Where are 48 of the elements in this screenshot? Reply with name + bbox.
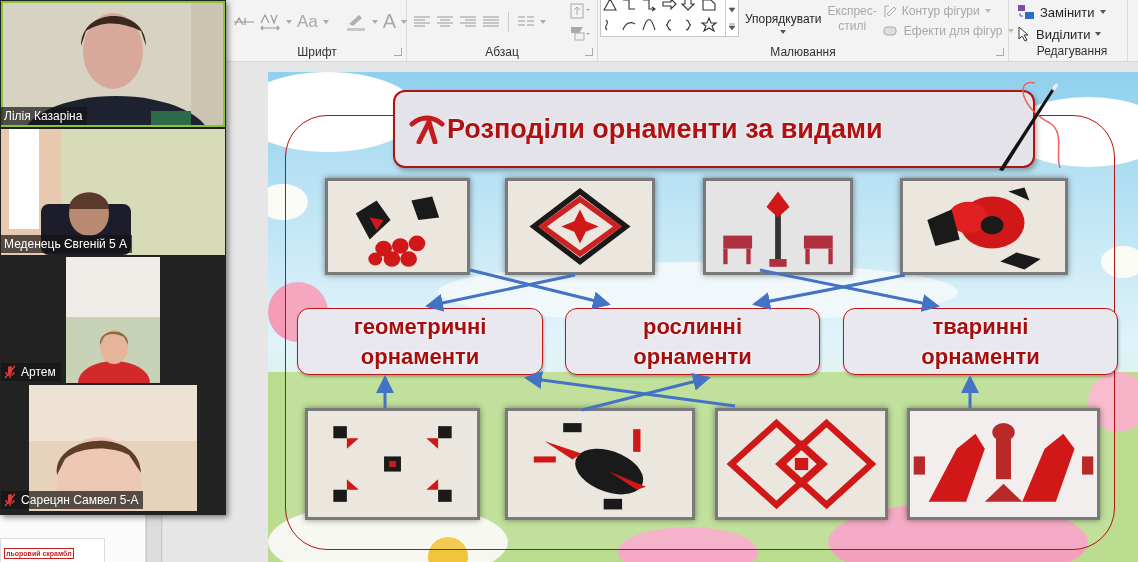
category-label: рослинні орнаменти: [632, 312, 753, 371]
caret-icon: [984, 9, 991, 13]
align-icon[interactable]: [482, 15, 500, 28]
replace-icon: [1017, 4, 1035, 20]
group-label: Малювання: [770, 45, 836, 59]
scrollbar[interactable]: [146, 515, 162, 562]
category-label: тваринні орнаменти: [920, 312, 1041, 371]
slide-title: Розподіли орнаменти за видами: [447, 113, 883, 145]
pencil-icon: [882, 4, 897, 18]
shape-effects-icon: [882, 25, 899, 37]
highlighter-icon[interactable]: [344, 12, 367, 31]
category-label: геометричні орнаменти: [352, 312, 488, 371]
caret-icon: [540, 19, 546, 24]
align-icon[interactable]: [459, 15, 477, 28]
text-direction-icon[interactable]: [569, 2, 591, 19]
align-icon[interactable]: [436, 15, 454, 28]
caret-icon: [1099, 10, 1106, 14]
flower: [1088, 372, 1138, 432]
align-icon[interactable]: [413, 15, 431, 28]
caret-icon: [1007, 29, 1014, 33]
select-button[interactable]: Виділити: [1017, 26, 1102, 42]
group-label: Абзац: [485, 45, 519, 59]
participant-name: Сарецян Самвел 5-А: [21, 493, 139, 507]
cross-stitch-icon: [409, 114, 445, 144]
participant-name: Лілія Казаріна: [4, 109, 83, 123]
connector-arrow: [961, 375, 979, 408]
daisy: [1101, 246, 1138, 278]
participant-name: Меденець Євгеній 5 А: [4, 237, 128, 251]
columns-icon[interactable]: [517, 15, 535, 28]
align-text-icon[interactable]: [569, 24, 591, 41]
participant-name: Артем: [21, 365, 56, 379]
daisy: [268, 184, 308, 220]
dialog-launcher-icon[interactable]: [996, 48, 1004, 56]
character-spacing-icon[interactable]: [259, 12, 281, 31]
caret-icon: [780, 30, 787, 34]
replace-button[interactable]: Замінити: [1017, 4, 1106, 20]
caret-icon: [401, 19, 408, 24]
caret-icon: [322, 19, 329, 24]
caret-icon: [1095, 32, 1102, 36]
caret-icon: [286, 19, 292, 24]
arrange-button[interactable]: Упорядкувати: [745, 0, 822, 34]
group-label: Шрифт: [297, 45, 337, 59]
cursor-icon: [1017, 26, 1031, 42]
connector-arrow: [376, 375, 394, 408]
caret-icon: [371, 19, 378, 24]
dialog-launcher-icon[interactable]: [394, 48, 402, 56]
group-label: Редагування: [1036, 44, 1108, 58]
dialog-launcher-icon[interactable]: [585, 48, 593, 56]
